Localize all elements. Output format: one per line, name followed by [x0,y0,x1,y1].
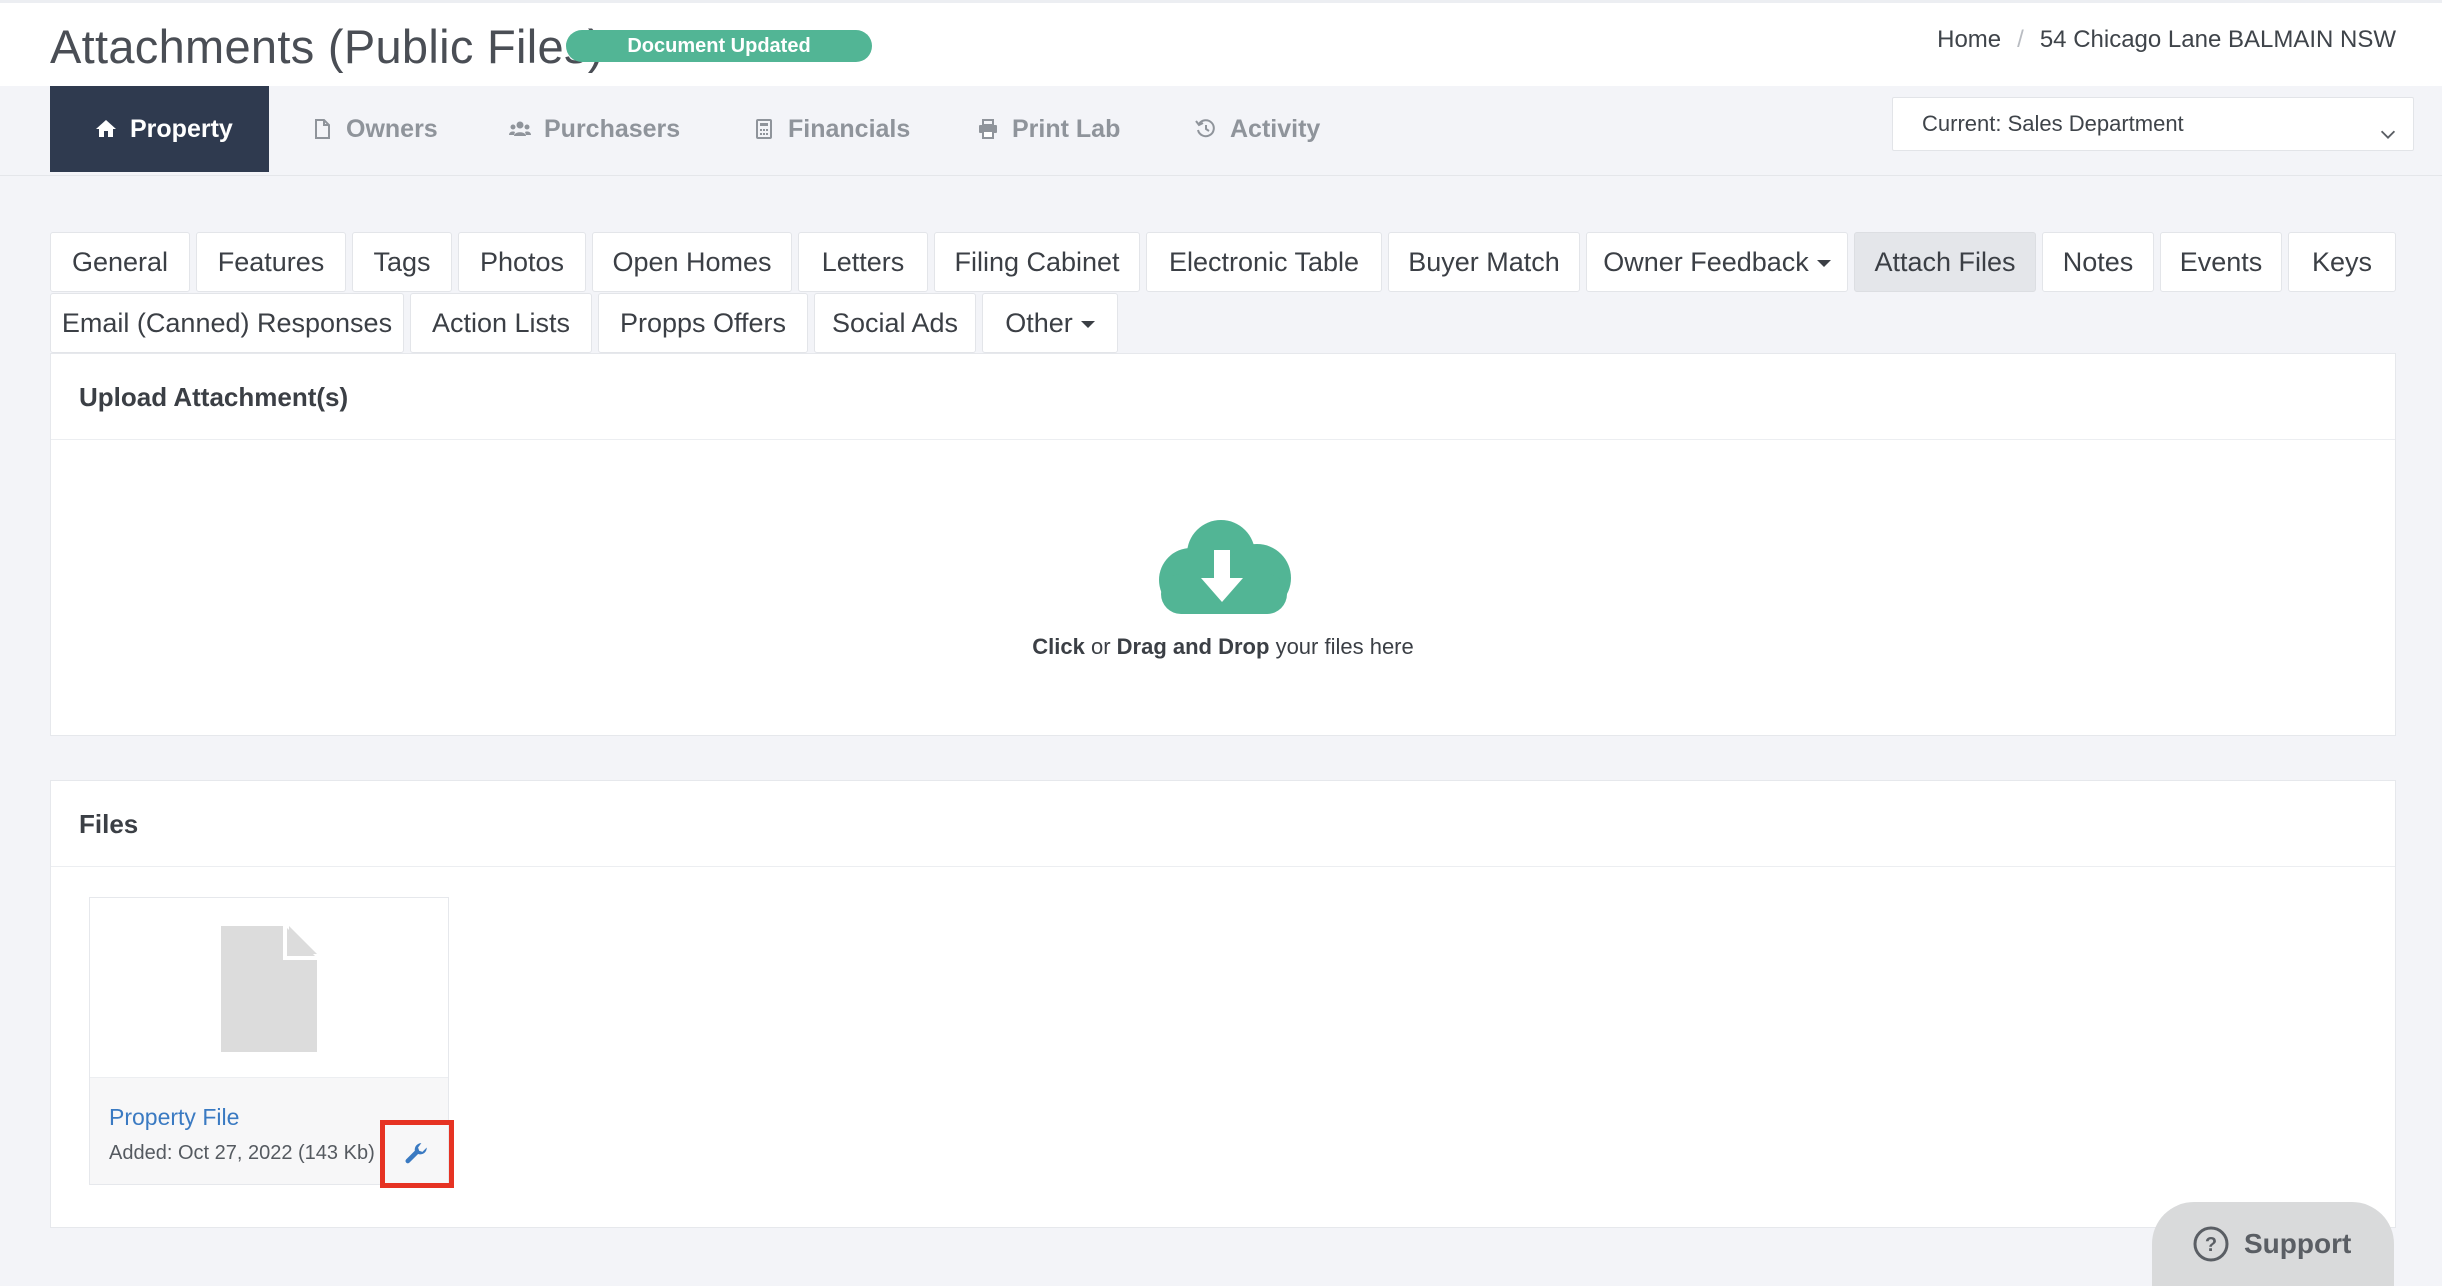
file-options-button[interactable] [380,1120,454,1188]
tab-buyer-match[interactable]: Buyer Match [1388,232,1580,292]
tab-propps-offers[interactable]: Propps Offers [598,293,808,353]
file-thumbnail[interactable] [90,898,448,1078]
tab-label: Features [217,246,325,277]
tab-notes[interactable]: Notes [2042,232,2154,292]
nav-owners-label: Owners [346,114,438,143]
users-icon [508,117,532,141]
tab-letters[interactable]: Letters [798,232,928,292]
upload-panel-title: Upload Attachment(s) [51,354,2395,440]
history-icon [1194,117,1218,141]
nav-purchasers-label: Purchasers [544,114,681,143]
breadcrumb-separator: / [2017,26,2024,53]
nav-activity-label: Activity [1230,114,1321,143]
tab-social-ads[interactable]: Social Ads [814,293,976,353]
tab-label: Email (Canned) Responses [61,307,393,338]
tab-label: Other [1005,307,1073,338]
tab-label: Keys [2311,246,2373,277]
breadcrumb-home-link[interactable]: Home [1937,26,2001,53]
tab-electronic-table[interactable]: Electronic Table [1146,232,1382,292]
tab-label: Photos [479,246,565,277]
tab-label: Propps Offers [619,307,787,338]
nav-print-lab[interactable]: Print Lab [976,86,1120,172]
tab-label: Electronic Table [1168,246,1360,277]
caret-down-icon [1816,260,1831,267]
tab-events[interactable]: Events [2160,232,2282,292]
main-nav: Property Owners Purchasers Financials Pr… [0,86,2442,176]
tab-owner-feedback[interactable]: Owner Feedback [1586,232,1848,292]
nav-property[interactable]: Property [50,86,269,172]
tab-label: Events [2179,246,2263,277]
tab-other[interactable]: Other [982,293,1118,353]
wrench-icon [405,1143,427,1164]
nav-financials-label: Financials [788,114,911,143]
tab-open-homes[interactable]: Open Homes [592,232,792,292]
tab-attach-files[interactable]: Attach Files [1854,232,2036,292]
dropzone-instructions: Click or Drag and Drop your files here [51,634,2395,660]
tab-keys[interactable]: Keys [2288,232,2396,292]
tab-label: Filing Cabinet [954,246,1120,277]
nav-financials[interactable]: Financials [752,86,910,172]
department-select-value: Current: Sales Department [1922,111,2184,136]
tab-label: Buyer Match [1408,246,1560,277]
tab-label: Social Ads [831,307,959,338]
status-badge: Document Updated [566,30,872,62]
file-dropzone[interactable]: Click or Drag and Drop your files here [51,440,2395,734]
nav-print-lab-label: Print Lab [1012,114,1121,143]
tab-action-lists[interactable]: Action Lists [410,293,592,353]
tab-label: Owner Feedback [1603,246,1809,277]
home-icon [94,117,118,141]
tab-label: Attach Files [1874,246,2016,277]
caret-down-icon [1080,321,1095,328]
tab-photos[interactable]: Photos [458,232,586,292]
department-select[interactable]: Current: Sales Department [1892,97,2414,151]
tab-tags[interactable]: Tags [352,232,452,292]
tab-features[interactable]: Features [196,232,346,292]
nav-owners[interactable]: Owners [310,86,438,172]
calculator-icon [752,117,776,141]
help-icon: ? [2193,1226,2229,1262]
cloud-download-icon [1159,520,1291,614]
nav-property-label: Property [130,114,233,143]
drop-click-text: Click [1032,634,1085,659]
drop-or-text: or [1090,634,1111,659]
file-added-info: Added: Oct 27, 2022 (143 Kb) [109,1142,375,1164]
document-icon [310,117,334,141]
svg-text:?: ? [2205,1234,2217,1256]
breadcrumb: Home / 54 Chicago Lane BALMAIN NSW [1937,26,2396,54]
printer-icon [976,117,1000,141]
nav-purchasers[interactable]: Purchasers [508,86,680,172]
tab-email-canned-responses[interactable]: Email (Canned) Responses [50,293,404,353]
chevron-down-icon [2377,112,2399,139]
files-panel-title: Files [51,781,2395,867]
tab-general[interactable]: General [50,232,190,292]
tab-label: Tags [373,246,431,277]
tab-label: Open Homes [612,246,772,277]
upload-panel: Upload Attachment(s) Click or Drag and D… [50,353,2396,736]
support-label: Support [2244,1228,2352,1259]
page-header: Attachments (Public Files) Document Upda… [0,0,2442,86]
nav-activity[interactable]: Activity [1194,86,1320,172]
tab-label: Action Lists [431,307,571,338]
drop-rest-text: your files here [1275,634,1414,659]
drop-drag-text: Drag and Drop [1116,634,1270,659]
support-button[interactable]: ? Support [2152,1202,2394,1286]
tab-label: General [71,246,169,277]
page-title: Attachments (Public Files) [50,20,604,73]
tab-label: Notes [2062,246,2134,277]
tab-label: Letters [821,246,905,277]
file-icon [221,926,317,1052]
tab-filing-cabinet[interactable]: Filing Cabinet [934,232,1140,292]
file-name-link[interactable]: Property File [109,1104,239,1131]
breadcrumb-current: 54 Chicago Lane BALMAIN NSW [2039,26,2396,53]
